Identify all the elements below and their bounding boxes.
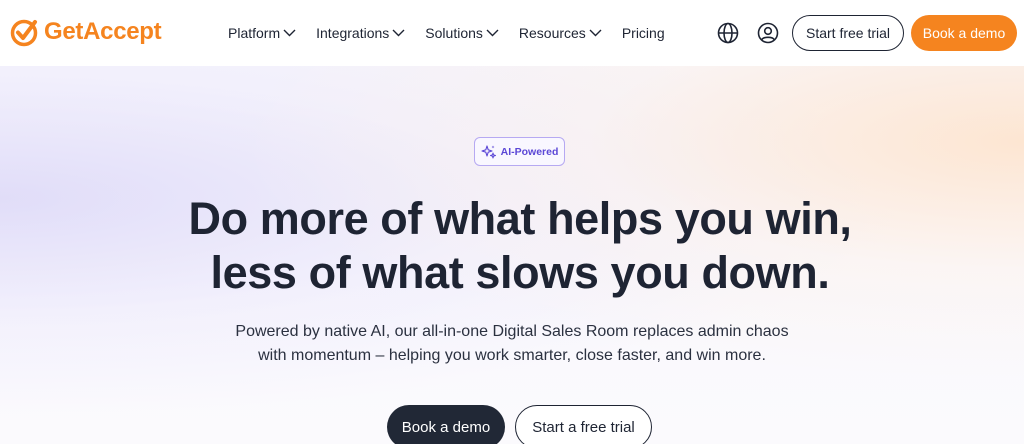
- globe-icon[interactable]: [716, 21, 740, 45]
- nav-item-label: Resources: [518, 25, 586, 41]
- sparkle-icon: [481, 144, 496, 158]
- badge-label: AI-Powered: [500, 145, 559, 158]
- hero-headline: Do more of what helps you win, less of w…: [120, 192, 920, 300]
- user-icon[interactable]: [756, 21, 780, 45]
- logo-check-icon: [10, 19, 38, 47]
- chevron-down-icon: [283, 29, 296, 37]
- nav-item-solutions[interactable]: Solutions: [425, 25, 499, 41]
- getaccept-logo[interactable]: GetAccept: [10, 16, 162, 48]
- headline-line-2: less of what slows you down.: [210, 247, 830, 298]
- top-navbar: GetAccept Platform Integrations Solution…: [0, 0, 1024, 66]
- nav-item-pricing[interactable]: Pricing: [622, 25, 665, 41]
- nav-item-label: Platform: [228, 25, 281, 41]
- hero-subtext: Powered by native AI, our all-in-one Dig…: [200, 320, 824, 368]
- nav-item-platform[interactable]: Platform: [228, 25, 296, 41]
- main-nav: Platform Integrations Solutions Resource…: [228, 0, 685, 66]
- ai-powered-badge: AI-Powered: [474, 137, 565, 166]
- nav-item-integrations[interactable]: Integrations: [316, 25, 405, 41]
- nav-item-label: Integrations: [316, 25, 390, 41]
- nav-item-resources[interactable]: Resources: [519, 25, 602, 41]
- start-free-trial-button[interactable]: Start free trial: [792, 15, 904, 51]
- chevron-down-icon: [392, 29, 405, 37]
- chevron-down-icon: [486, 29, 499, 37]
- headline-line-1: Do more of what helps you win,: [188, 193, 852, 244]
- logo-wordmark: GetAccept: [44, 18, 162, 45]
- subtext-line-2: with momentum – helping you work smarter…: [258, 347, 766, 364]
- chevron-down-icon: [589, 29, 602, 37]
- start-free-trial-hero-button[interactable]: Start a free trial: [515, 405, 652, 444]
- book-demo-button[interactable]: Book a demo: [387, 405, 505, 444]
- nav-item-label: Solutions: [425, 25, 483, 41]
- subtext-line-1: Powered by native AI, our all-in-one Dig…: [235, 323, 789, 340]
- nav-item-label: Pricing: [621, 25, 665, 41]
- book-demo-nav-button[interactable]: Book a demo: [911, 15, 1017, 51]
